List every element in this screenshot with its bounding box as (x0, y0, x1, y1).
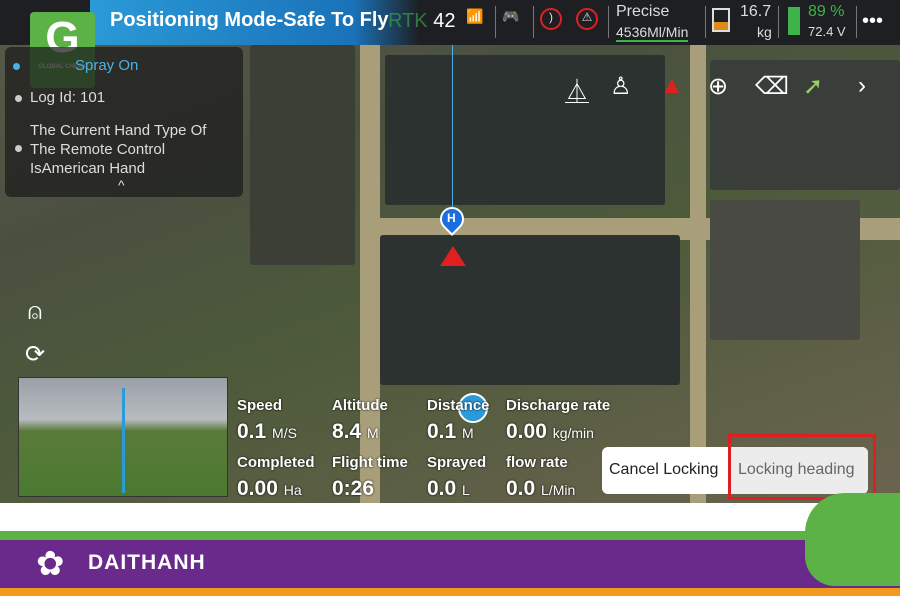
zoom-in-icon[interactable]: ⊕ (708, 72, 728, 101)
discharge-rate-label: Discharge rate (506, 397, 611, 414)
sprayed-label: Sprayed (427, 454, 487, 471)
flower-logo-icon: ✿ (36, 545, 65, 583)
flight-time-label: Flight time (332, 454, 408, 471)
tripod-icon[interactable]: ⏅ (565, 72, 589, 107)
payload-value: 16.7 (740, 3, 772, 20)
distance-label: Distance (427, 397, 490, 414)
collapse-button[interactable]: ^ (118, 177, 125, 193)
more-button[interactable]: ••• (862, 10, 883, 33)
battery-icon (788, 7, 800, 35)
flight-mode-title: Positioning Mode-Safe To Fly (110, 9, 389, 31)
spray-mode[interactable]: Precise (616, 3, 669, 21)
discharge-rate-value: 0.00 kg/min (506, 420, 594, 443)
camera-switch-icon[interactable]: ⟳ (18, 340, 52, 374)
rtk-status: RTK 42 (388, 10, 456, 32)
brand-name: DAITHANH (88, 551, 206, 574)
chevron-right-icon[interactable]: › (858, 72, 866, 100)
drone-arrow-icon (440, 246, 466, 266)
info-item: Log Id: 101 (15, 89, 105, 106)
info-item: Spray On (13, 57, 138, 74)
camera-feed[interactable] (18, 377, 228, 497)
flow-value: 4536Ml/Min (616, 24, 689, 42)
completed-value: 0.00 Ha (237, 477, 302, 500)
distance-value: 0.1 M (427, 420, 474, 443)
flight-time-value: 0:26 (332, 477, 375, 500)
takeoff-icon[interactable]: ⍝ (18, 298, 52, 332)
green-corner-decoration (805, 493, 900, 586)
battery-voltage: 72.4 V (808, 24, 846, 39)
arrow-north-icon[interactable]: ▲ (660, 72, 684, 100)
altitude-label: Altitude (332, 397, 388, 414)
cancel-locking-button[interactable]: Cancel Locking (609, 461, 718, 479)
gps-signal-icon: 📶 (466, 8, 484, 24)
sprayed-value: 0.0 L (427, 477, 470, 500)
tank-icon (712, 8, 730, 32)
info-item: The Current Hand Type Of The Remote Cont… (15, 121, 230, 178)
eraser-icon[interactable]: ⌫ (755, 72, 789, 101)
radar-off-icon: ) (540, 8, 562, 30)
battery-percent: 89 % (808, 3, 845, 20)
map-toolbar: ⏅ ♙ ▲ ⊕ ⌫ ➚ › (560, 72, 890, 108)
person-pin-icon[interactable]: ♙ (610, 72, 632, 101)
top-status-bar: Positioning Mode-Safe To Fly RTK 42 📶 🎮 … (0, 0, 900, 45)
payload-unit: kg (757, 24, 772, 40)
flow-rate-value: 0.0 L/Min (506, 477, 576, 500)
highlight-box (728, 434, 876, 500)
completed-label: Completed (237, 454, 315, 471)
remote-signal-icon: 🎮 (502, 8, 520, 24)
altitude-value: 8.4 M (332, 420, 379, 443)
obstacle-off-icon: ⚠ (576, 8, 598, 30)
speed-label: Speed (237, 397, 283, 414)
route-icon[interactable]: ➚ (803, 72, 823, 101)
info-panel: Spray On Log Id: 101 The Current Hand Ty… (5, 47, 243, 197)
flow-rate-label: flow rate (506, 454, 568, 471)
home-marker-label: H (447, 211, 456, 225)
speed-value: 0.1 M/S (237, 420, 297, 443)
